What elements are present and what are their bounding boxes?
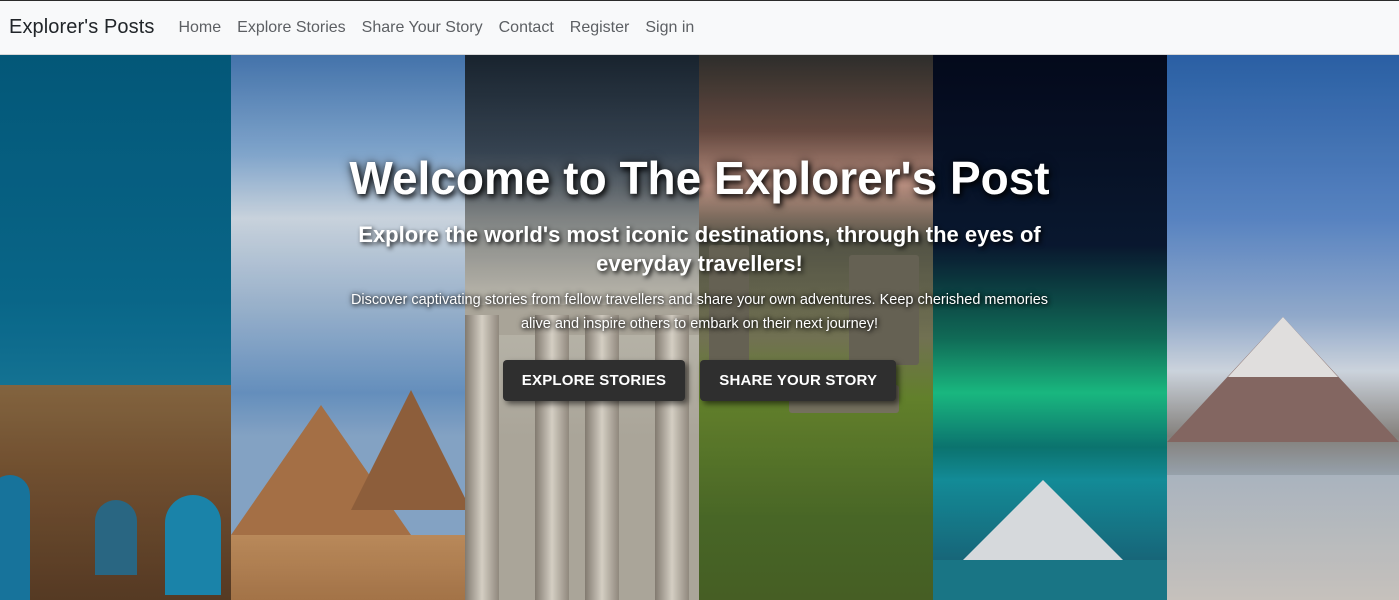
nav-link-explore-stories[interactable]: Explore Stories [237, 19, 346, 37]
hero-subtitle: Explore the world's most iconic destinat… [358, 222, 1041, 276]
nav-link-home[interactable]: Home [178, 19, 221, 37]
navbar: Explorer's Posts Home Explore Stories Sh… [0, 0, 1399, 55]
nav-link-sign-in[interactable]: Sign in [645, 19, 694, 37]
hero-description: Discover captivating stories from fellow… [350, 292, 1049, 332]
navbar-brand[interactable]: Explorer's Posts [9, 16, 154, 39]
hero-buttons: EXPLORE STORIES SHARE YOUR STORY [0, 360, 1399, 401]
hero-title: Welcome to The Explorer's Post [349, 152, 1050, 204]
nav-link-contact[interactable]: Contact [499, 19, 554, 37]
share-your-story-button[interactable]: SHARE YOUR STORY [700, 360, 897, 401]
nav-link-register[interactable]: Register [570, 19, 630, 37]
explore-stories-button[interactable]: EXPLORE STORIES [502, 360, 686, 401]
nav-link-share-your-story[interactable]: Share Your Story [362, 19, 483, 37]
hero-content: Welcome to The Explorer's Post Explore t… [0, 55, 1399, 600]
